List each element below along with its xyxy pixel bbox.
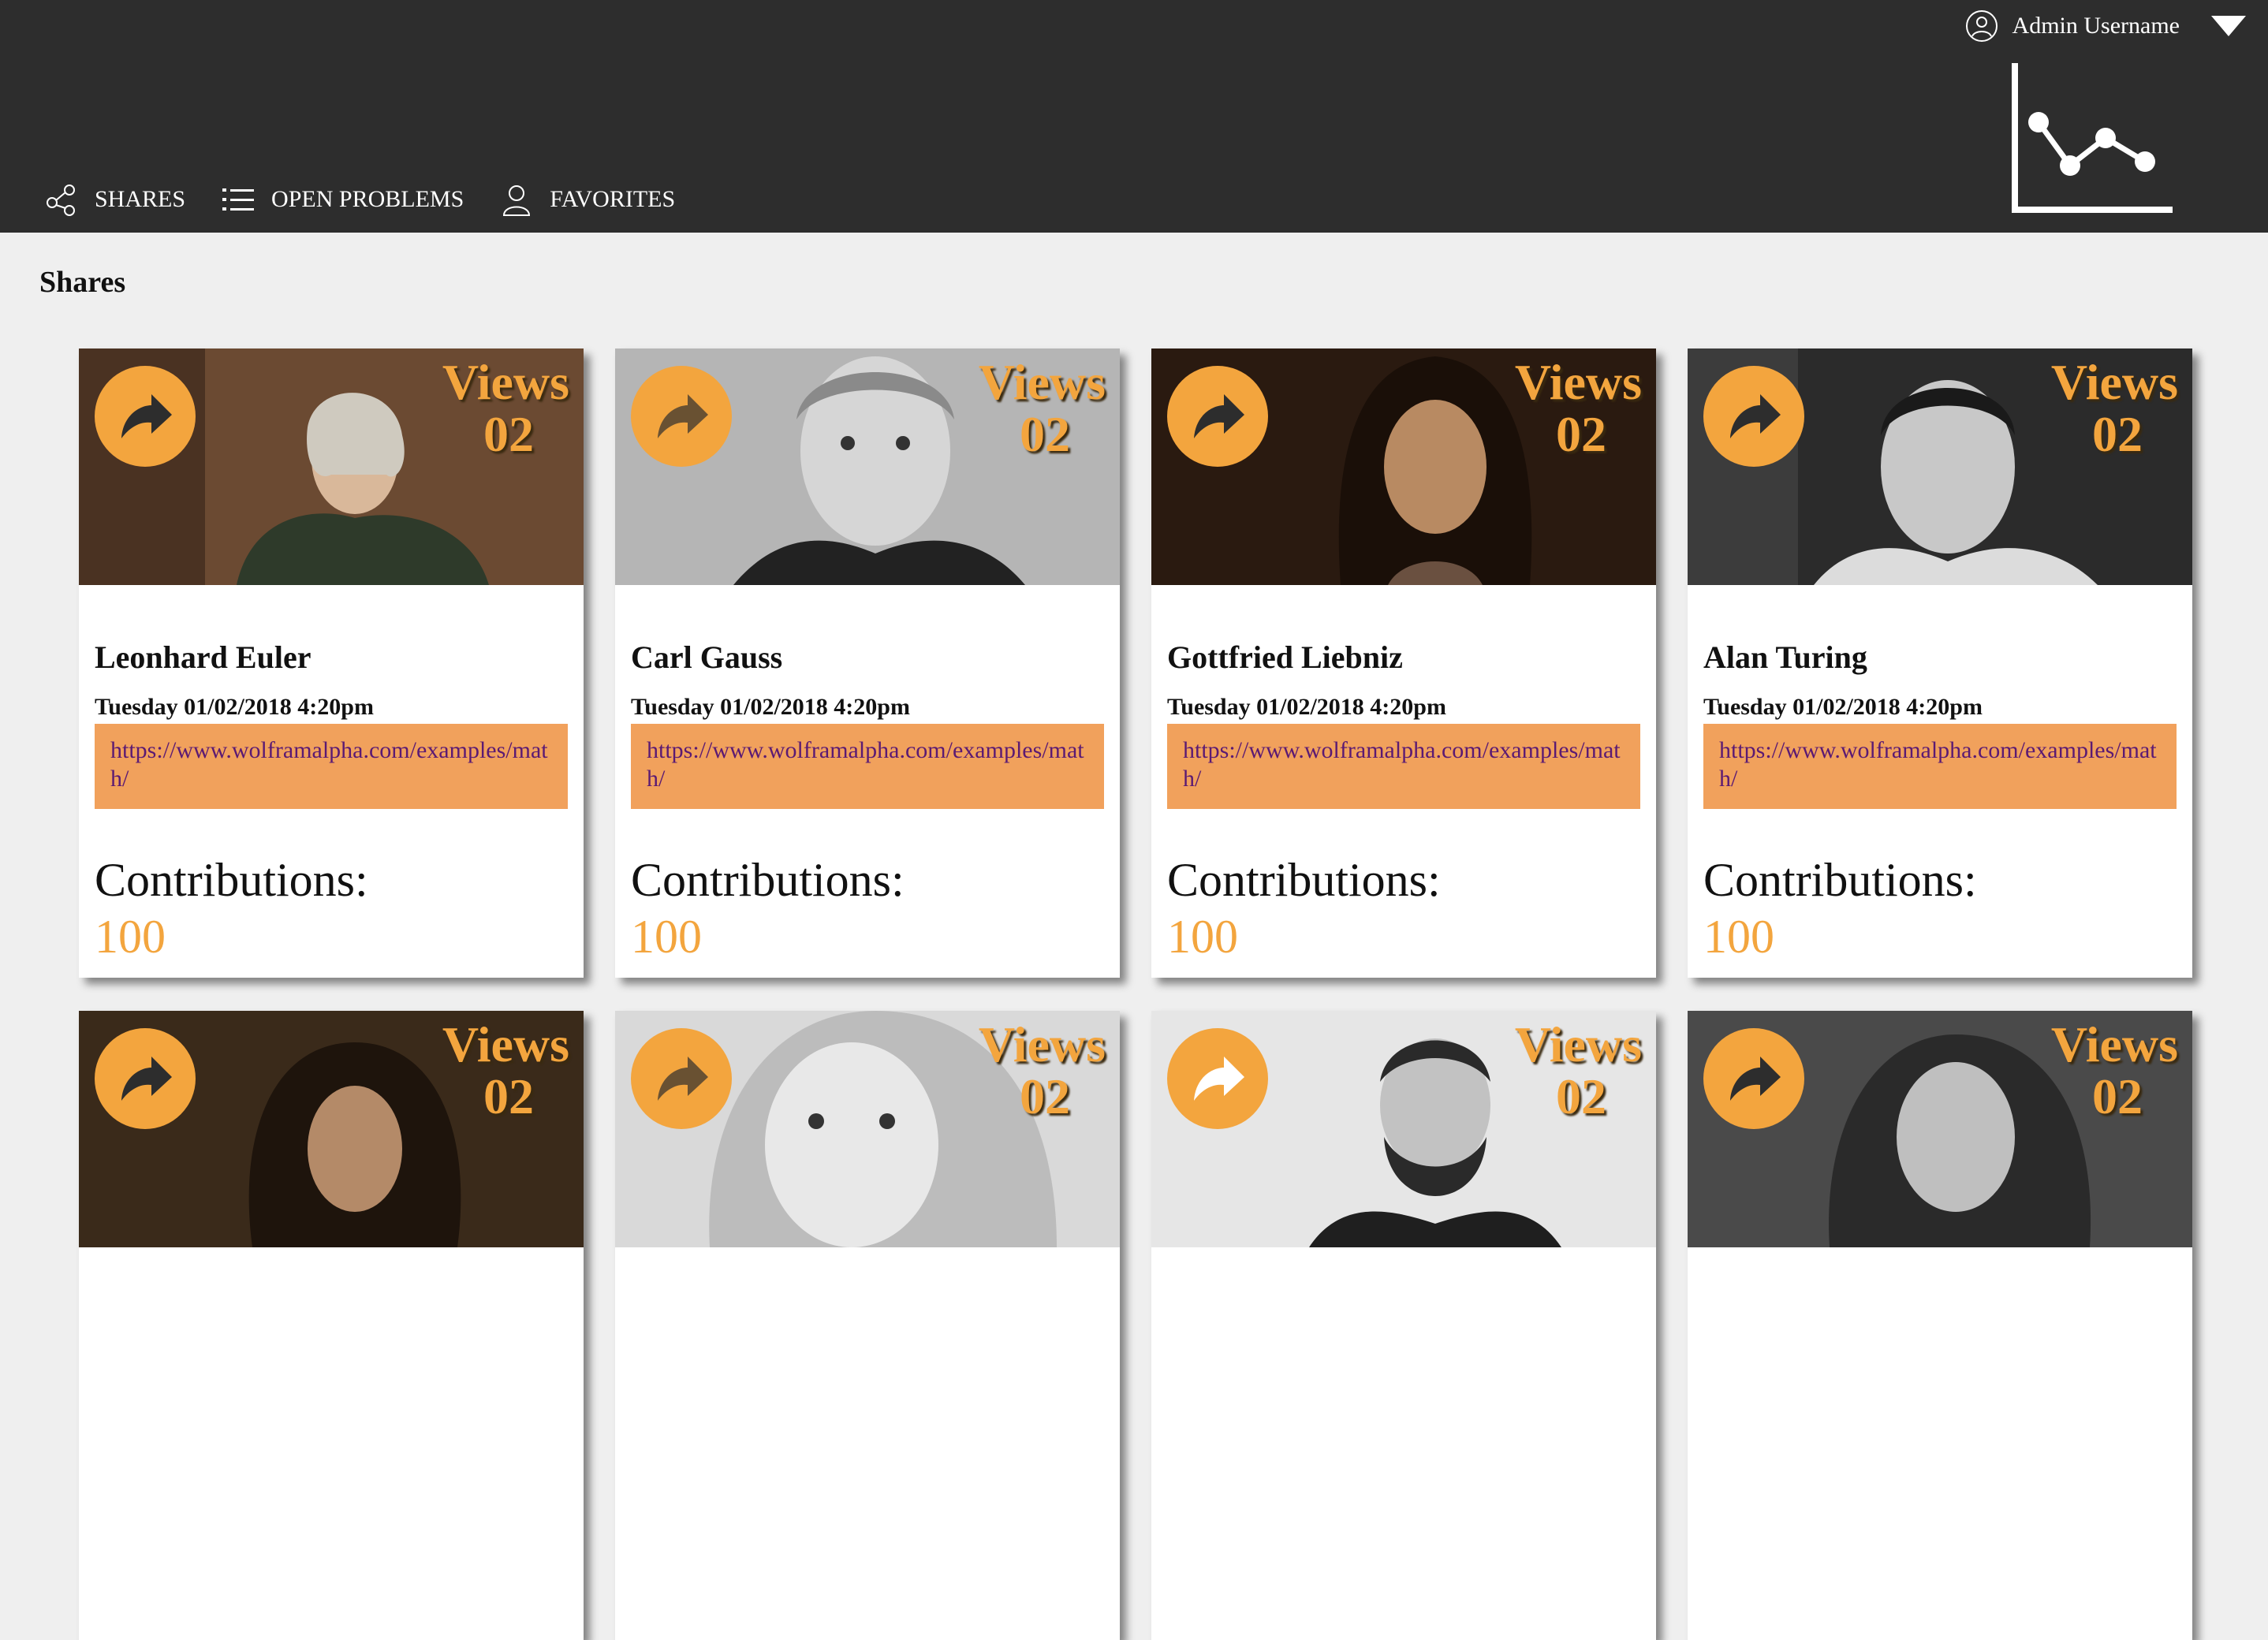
share-button[interactable] bbox=[1703, 366, 1804, 467]
views-count: 02 bbox=[483, 1068, 534, 1124]
views-counter: Views 02 bbox=[979, 1019, 1106, 1123]
portrait-image: Views 02 bbox=[615, 1011, 1120, 1247]
share-arrow-icon bbox=[1194, 394, 1244, 438]
views-label: Views bbox=[1514, 1016, 1642, 1072]
nav-favorites-label: FAVORITES bbox=[550, 186, 676, 212]
card-date: Tuesday 01/02/2018 4:20pm bbox=[1703, 694, 1983, 720]
share-button[interactable] bbox=[95, 366, 196, 467]
contributions-label: Contributions: bbox=[631, 854, 905, 906]
views-counter: Views 02 bbox=[442, 356, 569, 460]
portrait-image: Views 02 bbox=[1151, 1011, 1656, 1247]
user-avatar-icon bbox=[1965, 10, 1998, 42]
contributions-label: Contributions: bbox=[1167, 854, 1441, 906]
contributions-label: Contributions: bbox=[95, 854, 368, 906]
share-arrow-icon bbox=[121, 1057, 172, 1101]
share-button[interactable] bbox=[95, 1028, 196, 1129]
share-icon bbox=[47, 184, 75, 216]
share-button[interactable] bbox=[631, 366, 732, 467]
views-label: Views bbox=[978, 354, 1106, 410]
card-link[interactable]: https://www.wolframalpha.com/examples/ma… bbox=[1703, 724, 2177, 809]
views-counter: Views 02 bbox=[2051, 1019, 2178, 1123]
views-count: 02 bbox=[2092, 406, 2143, 462]
views-count: 02 bbox=[1020, 1068, 1070, 1124]
list-icon bbox=[222, 188, 255, 211]
views-counter: Views 02 bbox=[979, 356, 1106, 460]
portrait-image: Views 02 bbox=[79, 1011, 584, 1247]
user-menu[interactable]: Admin Username bbox=[1965, 8, 2268, 44]
views-count: 02 bbox=[483, 406, 534, 462]
nav-shares-label: SHARES bbox=[95, 186, 186, 212]
share-card[interactable]: Views 02 Carl Gauss Tuesday 01/02/2018 4… bbox=[615, 348, 1120, 978]
views-count: 02 bbox=[1556, 406, 1606, 462]
chevron-down-icon[interactable] bbox=[2211, 16, 2246, 36]
views-label: Views bbox=[978, 1016, 1106, 1072]
nav-open-problems-label: OPEN PROBLEMS bbox=[271, 186, 464, 212]
top-bar: Admin Username SHARES OPEN PROBLEMS FAVO… bbox=[0, 0, 2268, 233]
portrait-image: Views 02 bbox=[615, 348, 1120, 585]
views-counter: Views 02 bbox=[1515, 1019, 1642, 1123]
card-link[interactable]: https://www.wolframalpha.com/examples/ma… bbox=[95, 724, 568, 809]
share-arrow-icon bbox=[121, 394, 172, 438]
page-title: Shares bbox=[39, 266, 126, 299]
contributions-label: Contributions: bbox=[1703, 854, 1977, 906]
card-link[interactable]: https://www.wolframalpha.com/examples/ma… bbox=[1167, 724, 1640, 809]
portrait-image: Views 02 bbox=[1688, 348, 2192, 585]
nav-shares[interactable]: SHARES bbox=[44, 182, 185, 217]
card-date: Tuesday 01/02/2018 4:20pm bbox=[95, 694, 374, 720]
views-count: 02 bbox=[1020, 406, 1070, 462]
views-label: Views bbox=[2050, 354, 2178, 410]
share-button[interactable] bbox=[1167, 366, 1268, 467]
portrait-image: Views 02 bbox=[1688, 1011, 2192, 1247]
share-arrow-icon bbox=[1730, 1057, 1781, 1101]
card-name: Gottfried Liebniz bbox=[1167, 639, 1403, 675]
share-card[interactable]: Views 02 Leonhard Euler Tuesday 01/02/20… bbox=[79, 348, 584, 978]
username[interactable]: Admin Username bbox=[2012, 13, 2180, 39]
share-card[interactable]: Views 02 bbox=[1688, 1011, 2192, 1640]
views-count: 02 bbox=[1556, 1068, 1606, 1124]
user-icon bbox=[503, 185, 531, 216]
contributions-value: 100 bbox=[1167, 911, 1238, 963]
card-link[interactable]: https://www.wolframalpha.com/examples/ma… bbox=[631, 724, 1104, 809]
portrait-image: Views 02 bbox=[79, 348, 584, 585]
contributions-value: 100 bbox=[95, 911, 166, 963]
chart-logo-icon bbox=[2012, 63, 2173, 213]
card-name: Alan Turing bbox=[1703, 639, 1867, 675]
share-card[interactable]: Views 02 bbox=[615, 1011, 1120, 1640]
views-label: Views bbox=[442, 354, 569, 410]
share-arrow-icon bbox=[658, 1057, 708, 1101]
views-label: Views bbox=[442, 1016, 569, 1072]
share-card[interactable]: Views 02 Gottfried Liebniz Tuesday 01/02… bbox=[1151, 348, 1656, 978]
views-counter: Views 02 bbox=[1515, 356, 1642, 460]
views-label: Views bbox=[1514, 354, 1642, 410]
share-arrow-icon bbox=[1730, 394, 1781, 438]
views-count: 02 bbox=[2092, 1068, 2143, 1124]
views-counter: Views 02 bbox=[442, 1019, 569, 1123]
share-arrow-icon bbox=[658, 394, 708, 438]
nav-open-problems[interactable]: OPEN PROBLEMS bbox=[221, 182, 464, 217]
portrait-image: Views 02 bbox=[1151, 348, 1656, 585]
main-nav: SHARES OPEN PROBLEMS FAVORITES bbox=[44, 180, 711, 219]
nav-favorites[interactable]: FAVORITES bbox=[499, 182, 675, 217]
card-name: Leonhard Euler bbox=[95, 639, 311, 675]
card-date: Tuesday 01/02/2018 4:20pm bbox=[631, 694, 910, 720]
share-card[interactable]: Views 02 bbox=[79, 1011, 584, 1640]
contributions-value: 100 bbox=[1703, 911, 1774, 963]
share-button[interactable] bbox=[1167, 1028, 1268, 1129]
share-card[interactable]: Views 02 bbox=[1151, 1011, 1656, 1640]
share-arrow-icon bbox=[1194, 1057, 1244, 1101]
card-date: Tuesday 01/02/2018 4:20pm bbox=[1167, 694, 1446, 720]
contributions-value: 100 bbox=[631, 911, 702, 963]
share-button[interactable] bbox=[1703, 1028, 1804, 1129]
views-counter: Views 02 bbox=[2051, 356, 2178, 460]
card-name: Carl Gauss bbox=[631, 639, 783, 675]
share-card[interactable]: Views 02 Alan Turing Tuesday 01/02/2018 … bbox=[1688, 348, 2192, 978]
share-button[interactable] bbox=[631, 1028, 732, 1129]
views-label: Views bbox=[2050, 1016, 2178, 1072]
